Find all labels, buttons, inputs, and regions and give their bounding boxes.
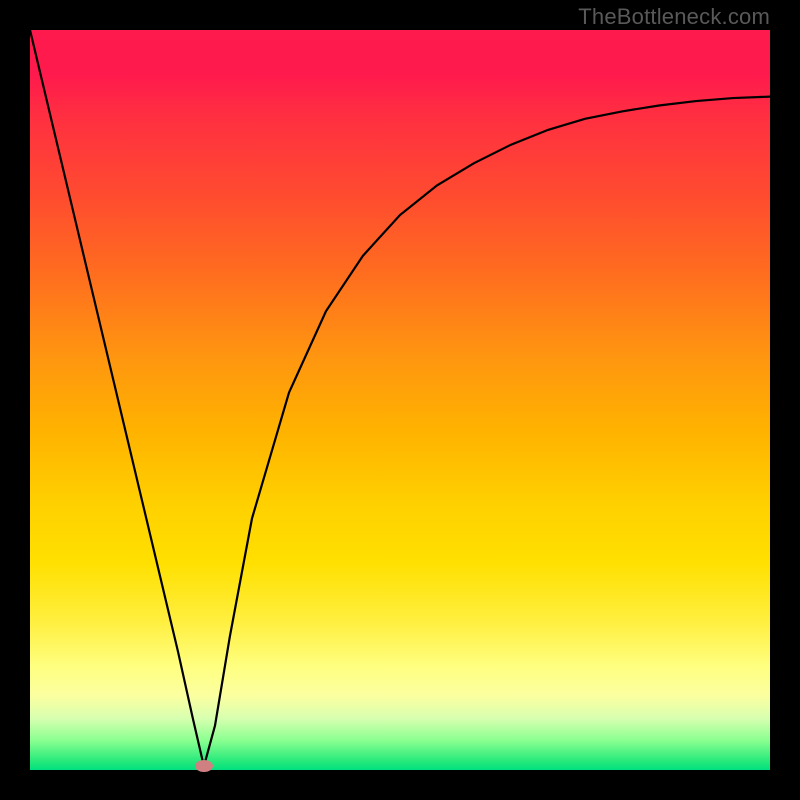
plot-area [30, 30, 770, 770]
chart-frame: TheBottleneck.com [0, 0, 800, 800]
bottleneck-curve [30, 30, 770, 770]
curve-path [30, 30, 770, 766]
watermark-text: TheBottleneck.com [578, 4, 770, 30]
optimal-point-marker [195, 760, 213, 772]
